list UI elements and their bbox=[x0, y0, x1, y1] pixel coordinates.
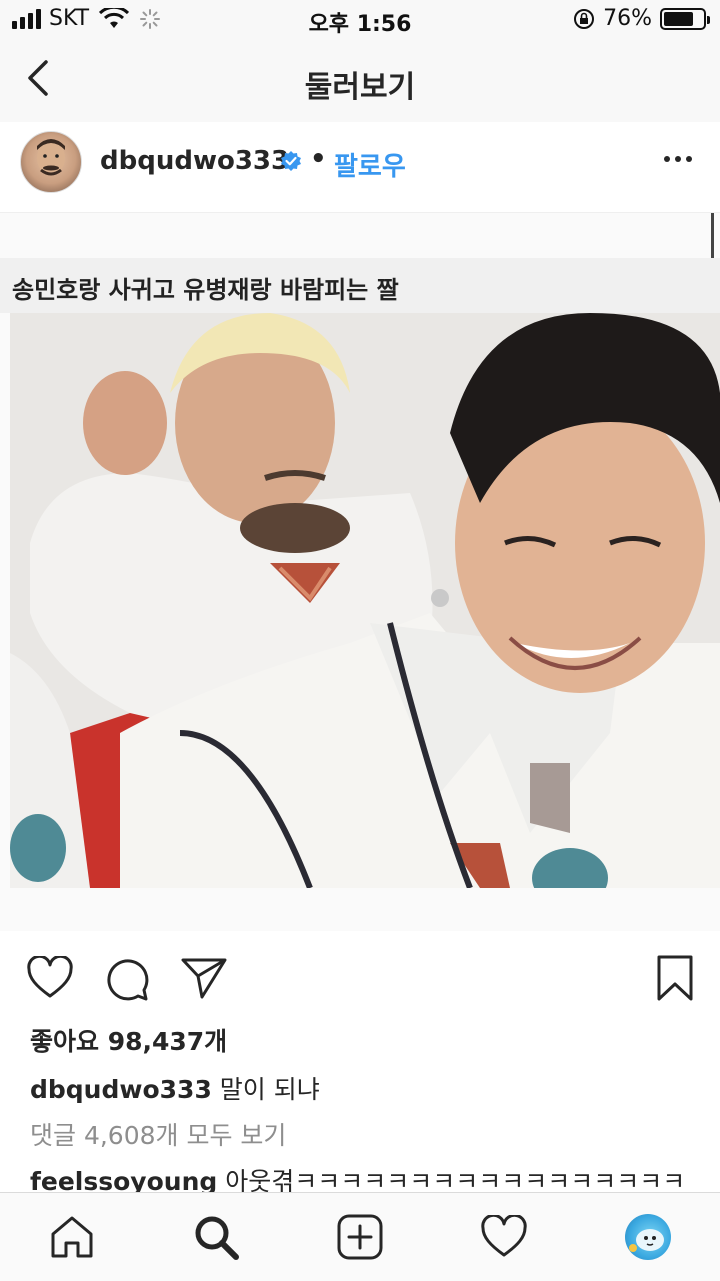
tab-home[interactable] bbox=[46, 1211, 98, 1263]
separator-dot: • bbox=[310, 144, 327, 174]
image-caption-text: 송민호랑 사귀고 유병재랑 바람피는 짤 bbox=[12, 276, 399, 304]
send-icon[interactable] bbox=[180, 956, 228, 1000]
battery-icon bbox=[660, 7, 710, 30]
avatar bbox=[625, 1214, 671, 1260]
battery-fill bbox=[664, 11, 693, 26]
tab-add[interactable] bbox=[334, 1211, 386, 1263]
avatar[interactable] bbox=[20, 131, 82, 193]
verified-badge-icon bbox=[281, 151, 301, 171]
heart-icon bbox=[481, 1215, 527, 1257]
post-image[interactable]: 송민호랑 사귀고 유병재랑 바람피는 짤 bbox=[0, 213, 720, 931]
action-bar bbox=[0, 950, 720, 1010]
photo bbox=[10, 313, 720, 888]
post-username[interactable]: dbqudwo333 bbox=[100, 146, 289, 176]
tab-search[interactable] bbox=[190, 1211, 242, 1263]
tab-activity[interactable] bbox=[478, 1211, 530, 1263]
battery-percent: 76% bbox=[603, 6, 652, 31]
nav-bar: 둘러보기 bbox=[0, 40, 720, 123]
tab-profile[interactable] bbox=[622, 1211, 674, 1263]
status-right: 76% bbox=[573, 6, 710, 31]
post-caption: dbqudwo333 말이 되냐 bbox=[30, 1070, 320, 1106]
status-bar: SKT 오후 1:56 76% bbox=[0, 0, 720, 40]
caption-username[interactable]: dbqudwo333 bbox=[30, 1075, 212, 1104]
bottom-tab-bar bbox=[0, 1192, 720, 1281]
home-icon bbox=[51, 1216, 93, 1258]
search-icon bbox=[195, 1216, 239, 1260]
photo-illustration bbox=[10, 313, 720, 888]
add-icon bbox=[337, 1214, 383, 1260]
comment-icon[interactable] bbox=[104, 956, 150, 1002]
post-header: dbqudwo333 • 팔로우 bbox=[0, 122, 720, 213]
follow-button[interactable]: 팔로우 bbox=[334, 146, 406, 183]
more-options-icon[interactable] bbox=[664, 156, 692, 162]
view-all-comments-link[interactable]: 댓글 4,608개 모두 보기 bbox=[30, 1116, 286, 1152]
page-title: 둘러보기 bbox=[304, 70, 416, 105]
rotation-lock-icon bbox=[574, 8, 595, 29]
bookmark-icon[interactable] bbox=[656, 954, 694, 1002]
image-caption-strip: 송민호랑 사귀고 유병재랑 바람피는 짤 bbox=[0, 258, 720, 313]
likes-count[interactable]: 좋아요 98,437개 bbox=[30, 1022, 227, 1058]
heart-icon[interactable] bbox=[26, 956, 74, 1000]
caption-text: 말이 되냐 bbox=[219, 1075, 320, 1104]
